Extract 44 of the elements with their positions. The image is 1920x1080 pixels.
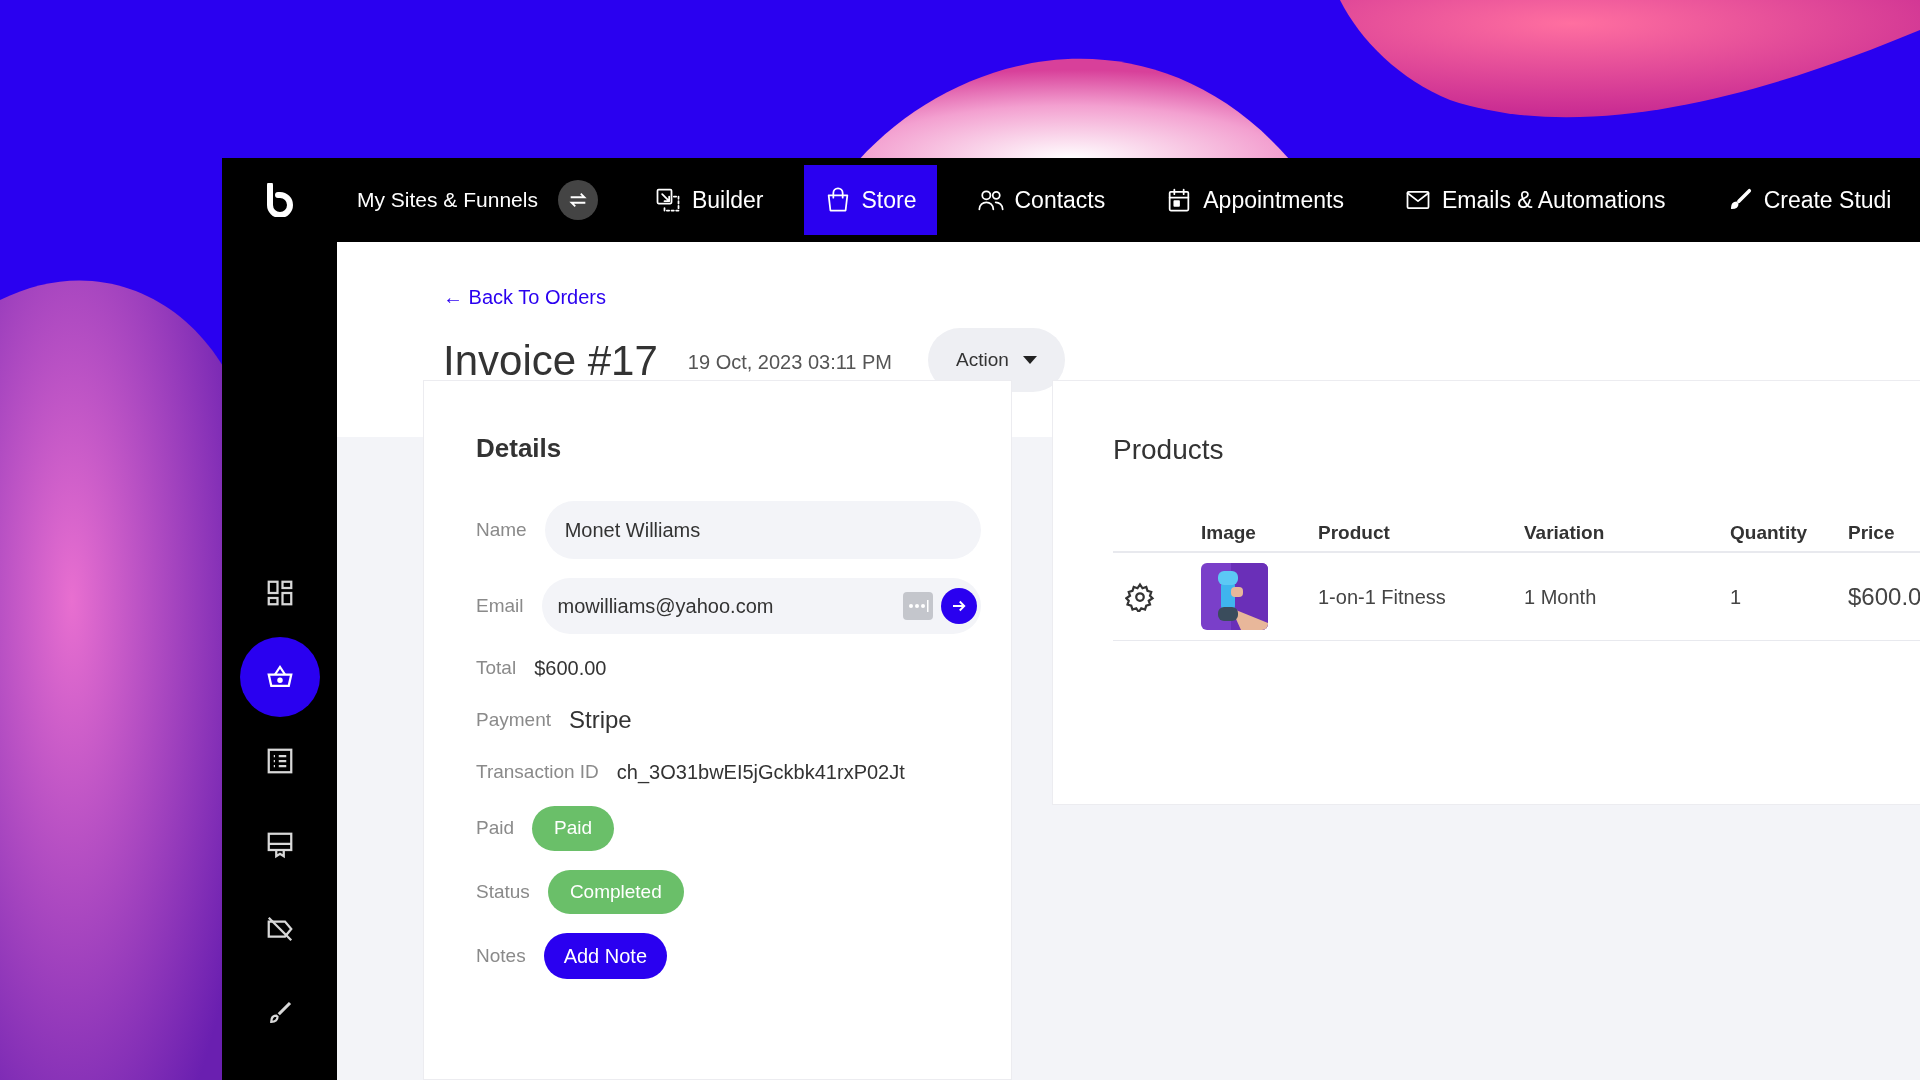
field-label: Paid — [476, 816, 515, 840]
column-header: Variation — [1524, 520, 1606, 545]
field-label: Email — [476, 593, 524, 618]
field-label: Total — [476, 655, 517, 680]
table-cell-text: 1-on-1 Fitness — [1318, 584, 1447, 610]
table-cell-text: 1 Month — [1524, 584, 1598, 610]
email-value: mowilliams@yahoo.com — [557, 594, 775, 619]
invoice-date: 19 Oct, 2023 03:11 PM — [687, 350, 893, 375]
table-cell-text: $600.0 — [1848, 581, 1920, 612]
go-arrow-button[interactable] — [941, 588, 977, 624]
field-label: Name — [476, 517, 527, 542]
invoice-title: Invoice #17 — [443, 335, 658, 386]
column-header: Image — [1201, 520, 1257, 545]
nav-tab[interactable]: Builder — [633, 165, 784, 235]
field-value: ch_3O31bwEI5jGckbk41rxP02Jt — [616, 760, 905, 786]
field-label: Payment — [476, 707, 551, 732]
site-switcher-label[interactable]: My Sites & Funnels — [357, 184, 538, 216]
caret-icon — [1022, 356, 1037, 364]
details-title: Details — [476, 432, 563, 465]
nav-tab[interactable]: Contacts — [956, 165, 1126, 235]
field-value: $600.00 — [534, 656, 607, 681]
column-header: Product — [1318, 520, 1391, 545]
add-note-button[interactable]: Add Note — [543, 933, 668, 979]
field-label: Transaction ID — [476, 759, 599, 784]
column-header: Quantity — [1730, 520, 1809, 545]
email-field[interactable]: mowilliams@yahoo.com — [541, 578, 981, 634]
status-badge: Completed — [547, 869, 684, 914]
nav-tab[interactable]: Emails & Automations — [1383, 165, 1686, 235]
name-field[interactable]: Monet Williams — [544, 501, 981, 559]
nav-tab[interactable]: Store — [803, 165, 937, 235]
nav-tab[interactable]: Appointments — [1145, 165, 1364, 235]
column-header: Price — [1848, 520, 1896, 545]
logo-icon — [265, 183, 294, 217]
password-dots-icon — [903, 592, 933, 620]
status-badge: Paid — [532, 806, 615, 851]
swap-button[interactable] — [557, 180, 598, 220]
back-link[interactable]: ← Back To Orders — [443, 282, 607, 312]
field-label: Notes — [476, 943, 526, 968]
settings-icon[interactable] — [1125, 581, 1155, 612]
field-value: Stripe — [569, 705, 632, 735]
field-label: Status — [476, 879, 530, 904]
products-title: Products — [1113, 433, 1225, 467]
nav-tab[interactable]: Create Studi — [1705, 165, 1912, 235]
table-cell-text: 1 — [1730, 584, 1743, 610]
